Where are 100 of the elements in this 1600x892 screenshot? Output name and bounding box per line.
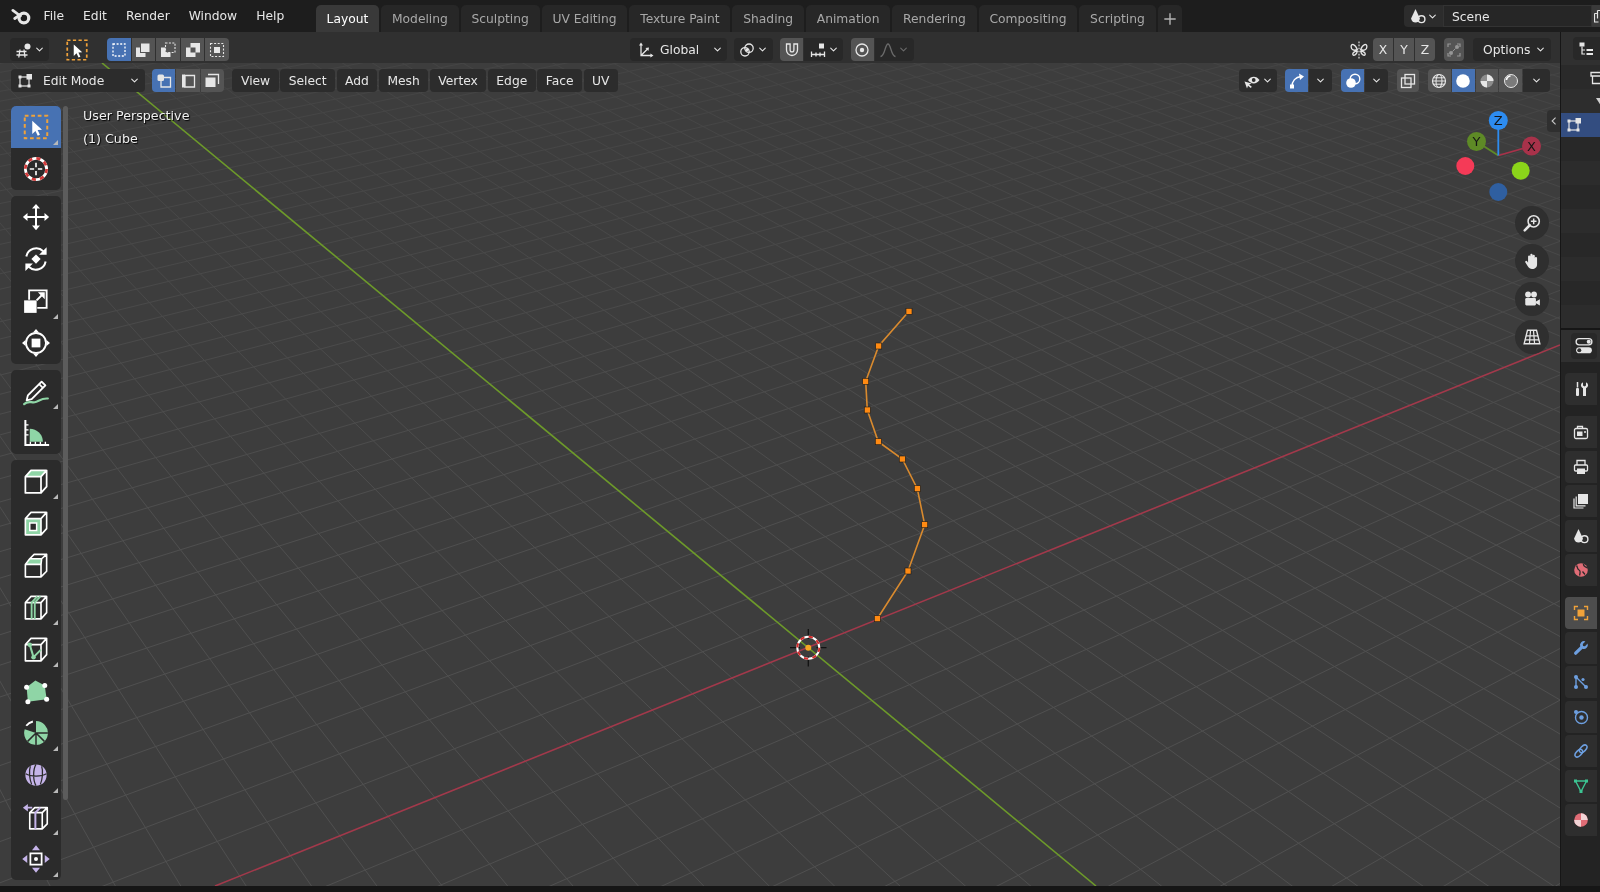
gizmo-toggle[interactable] [1285, 69, 1308, 92]
outliner-row[interactable] [1561, 113, 1600, 137]
workspace-tab[interactable]: Compositing [978, 5, 1078, 32]
mirror-axis-toggle[interactable]: Y [1394, 38, 1414, 61]
editor-type-button[interactable] [1573, 37, 1600, 60]
vertex-marker[interactable] [904, 567, 912, 575]
menu-item[interactable]: Add [336, 69, 378, 92]
menu-item[interactable]: Window [179, 5, 247, 27]
movie-camera-button[interactable] [1515, 282, 1549, 316]
menu-item[interactable]: UV [583, 69, 619, 92]
vertex-marker[interactable] [875, 438, 882, 445]
menu-item[interactable]: Mesh [378, 69, 429, 92]
physics-properties-tab[interactable] [1565, 700, 1597, 733]
vertex-marker[interactable] [862, 378, 869, 385]
gizmo-dropdown[interactable] [1309, 69, 1332, 92]
options-dropdown[interactable]: Options [1473, 38, 1551, 61]
perspective-grid-button[interactable] [1515, 320, 1549, 354]
select-element-button[interactable] [200, 69, 224, 92]
proportional-editing-toggle[interactable] [850, 38, 874, 61]
shading-mode-button[interactable] [1475, 69, 1499, 92]
menu-item[interactable]: Help [246, 5, 294, 27]
menu-item[interactable]: Select [280, 69, 336, 92]
vertex-marker[interactable] [921, 521, 928, 528]
object-properties-tab[interactable] [1565, 597, 1597, 629]
select-mode-button[interactable] [180, 38, 205, 61]
axis-ball[interactable] [1488, 111, 1508, 130]
menu-item[interactable]: Edit [73, 5, 117, 27]
menu-item[interactable]: Vertex [429, 69, 487, 92]
material-properties-tab[interactable] [1565, 804, 1597, 836]
sidebar-toggle-button[interactable] [1547, 110, 1560, 132]
select-mode-button[interactable] [156, 38, 180, 61]
menu-item[interactable]: Render [116, 5, 180, 27]
visibility-dropdown[interactable] [1239, 69, 1277, 92]
orientation-dropdown[interactable]: Global [629, 38, 727, 61]
zoom-button[interactable] [1515, 206, 1549, 240]
shading-mode-button[interactable] [1499, 69, 1522, 92]
select-mode-button[interactable] [131, 38, 156, 61]
workspace-tab[interactable]: Rendering [892, 5, 977, 32]
axis-label: Y [1472, 134, 1481, 150]
world-properties-tab[interactable] [1565, 554, 1597, 586]
auto-merge-toggle[interactable] [1444, 38, 1464, 61]
vertex-marker[interactable] [874, 615, 881, 622]
mirror-axis-toggle[interactable]: Z [1415, 38, 1435, 61]
disclosure-triangle-icon[interactable] [1596, 96, 1600, 106]
vertex-marker[interactable] [899, 455, 906, 463]
constraints-properties-tab[interactable] [1565, 735, 1597, 767]
particles-properties-tab[interactable] [1565, 666, 1597, 698]
vertex-marker[interactable] [905, 308, 913, 315]
shading-mode-button[interactable] [1428, 69, 1451, 92]
snap-toggle[interactable] [779, 38, 804, 61]
add-workspace-button[interactable] [1157, 5, 1182, 32]
shading-mode-button[interactable] [1451, 69, 1475, 92]
select-element-button[interactable] [176, 69, 200, 92]
workspace-tab[interactable]: Scripting [1079, 5, 1156, 32]
overlays-toggle[interactable] [1341, 69, 1364, 92]
caret-icon [1316, 76, 1325, 85]
workspace-tab[interactable]: Texture Paint [629, 5, 731, 32]
workspace-tab[interactable]: Sculpting [460, 5, 540, 32]
xray-toggle[interactable] [1397, 69, 1419, 92]
menu-item[interactable]: View [232, 69, 279, 92]
workspace-tab[interactable]: Layout [315, 5, 380, 32]
workspace-tab[interactable]: Modeling [381, 5, 459, 32]
viewlayer-properties-tab[interactable] [1565, 485, 1597, 517]
new-scene-button[interactable] [1592, 5, 1600, 27]
workspace-tab[interactable]: Shading [732, 5, 804, 32]
workspace-tab[interactable]: Animation [805, 5, 891, 32]
scene-name-field[interactable]: Scene [1443, 5, 1592, 27]
axis-ball[interactable] [1467, 132, 1486, 151]
scene-selector-button[interactable] [1404, 5, 1443, 27]
caret-icon [1428, 11, 1437, 21]
app-logo-icon[interactable] [11, 6, 31, 26]
scene-properties-tab[interactable] [1565, 519, 1597, 552]
vertex-marker[interactable] [864, 406, 871, 414]
mirror-axis-toggle[interactable]: X [1373, 38, 1393, 61]
toolbar-scrollbar[interactable] [63, 106, 68, 800]
pivot-dropdown[interactable] [733, 38, 773, 61]
vertex-marker[interactable] [914, 485, 921, 492]
workspace-tab[interactable]: UV Editing [541, 5, 628, 32]
axis-ball[interactable] [1511, 161, 1530, 180]
data-properties-tab[interactable] [1565, 769, 1597, 802]
menu-item[interactable]: Edge [487, 69, 536, 92]
output-properties-tab[interactable] [1565, 450, 1597, 483]
snap-target-dropdown[interactable] [804, 38, 843, 61]
axis-ball[interactable] [1456, 157, 1475, 175]
render-properties-tab[interactable] [1565, 416, 1597, 448]
menu-item[interactable]: Face [537, 69, 583, 92]
tool-properties-tab[interactable] [1565, 373, 1597, 405]
select-tool-button[interactable] [11, 106, 61, 148]
select-element-button[interactable] [152, 69, 176, 92]
modifier-properties-tab[interactable] [1565, 631, 1597, 664]
mode-dropdown[interactable]: Edit Mode [11, 69, 145, 92]
editor-type-button[interactable] [10, 38, 49, 61]
axis-ball[interactable] [1522, 136, 1541, 156]
vertex-marker[interactable] [875, 342, 882, 350]
cursor-crosshair-icon[interactable] [789, 628, 828, 668]
menu-item[interactable]: File [34, 5, 74, 27]
select-mode-button[interactable] [205, 38, 229, 61]
hand-button[interactable] [1515, 244, 1549, 278]
overlays-dropdown[interactable] [1365, 69, 1388, 92]
editor-type-button[interactable] [1571, 333, 1597, 359]
